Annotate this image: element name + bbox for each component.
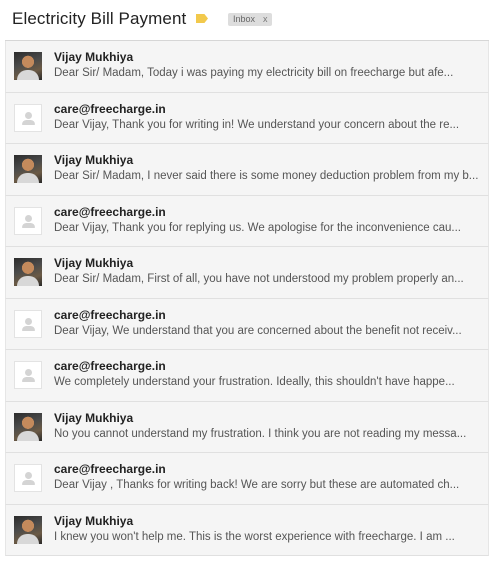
person-head-shape <box>25 111 32 119</box>
message-row[interactable]: Vijay Mukhiya No you cannot understand my… <box>5 401 489 453</box>
sender-name: Vijay Mukhiya <box>54 410 134 425</box>
remove-label-button[interactable]: x <box>263 14 268 24</box>
message-snippet: Dear Vijay , Thanks for writing back! We… <box>54 479 460 491</box>
message-snippet: Dear Vijay, Thank you for writing in! We… <box>54 118 460 131</box>
person-body-shape <box>22 480 35 485</box>
person-body-shape <box>22 325 35 331</box>
message-list: Vijay Mukhiya Dear Sir/ Madam, Today i wa… <box>5 40 489 556</box>
placeholder-person-icon <box>14 103 42 132</box>
message-row[interactable]: care@freecharge.in Dear Vijay, Thank you … <box>5 195 489 247</box>
sender-name: care@freecharge.in <box>54 359 166 373</box>
person-head-shape <box>25 369 32 376</box>
placeholder-person-icon <box>14 464 42 492</box>
message-row[interactable]: Vijay Mukhiya Dear Sir/ Madam, I never sa… <box>5 144 489 196</box>
person-body-shape <box>22 119 35 125</box>
message-snippet: We completely understand your frustratio… <box>54 376 455 388</box>
sender-avatar-photo <box>14 412 42 441</box>
person-head-shape <box>25 214 32 222</box>
message-snippet: No you cannot understand my frustration.… <box>54 427 467 440</box>
sender-name: Vijay Mukhiya <box>54 256 134 270</box>
thread-header: Electricity Bill Payment Inbox x <box>0 0 490 40</box>
person-head-shape <box>25 317 32 325</box>
thread-subject: Electricity Bill Payment <box>12 9 187 28</box>
sender-name: care@freecharge.in <box>54 204 166 219</box>
sender-name: Vijay Mukhiya <box>54 153 134 167</box>
placeholder-person-icon <box>14 206 42 235</box>
sender-name: Vijay Mukhiya <box>54 50 134 64</box>
message-row[interactable]: care@freecharge.in Dear Vijay , Thanks fo… <box>5 453 489 505</box>
message-row[interactable]: care@freecharge.in Dear Vijay, We underst… <box>5 298 489 350</box>
sender-avatar-photo <box>14 258 42 286</box>
sender-avatar-photo <box>14 52 42 80</box>
message-row[interactable]: care@freecharge.in Dear Vijay, Thank you … <box>5 92 489 144</box>
sender-name: Vijay Mukhiya <box>54 513 134 528</box>
message-row[interactable]: care@freecharge.in We completely understa… <box>5 350 489 402</box>
inbox-label: Inbox x <box>228 13 272 26</box>
sender-avatar-photo <box>14 155 42 183</box>
message-snippet: Dear Sir/ Madam, Today i was paying my e… <box>54 67 454 79</box>
inbox-label-text: Inbox <box>233 14 256 24</box>
person-head-shape <box>25 472 32 479</box>
placeholder-person-icon <box>14 309 42 338</box>
sender-name: care@freecharge.in <box>54 101 166 116</box>
message-snippet: Dear Sir/ Madam, I never said there is s… <box>54 170 479 182</box>
sender-name: care@freecharge.in <box>54 462 166 476</box>
message-snippet: I knew you won't help me. This is the wo… <box>54 530 455 543</box>
message-row[interactable]: Vijay Mukhiya I knew you won't help me. T… <box>5 504 489 556</box>
placeholder-person-icon <box>14 361 42 389</box>
message-snippet: Dear Vijay, Thank you for replying us. W… <box>54 221 461 234</box>
message-snippet: Dear Sir/ Madam, First of all, you have … <box>54 273 464 285</box>
person-body-shape <box>22 222 35 228</box>
person-body-shape <box>22 377 35 382</box>
sender-avatar-photo <box>14 515 42 544</box>
importance-marker-icon[interactable] <box>196 14 208 23</box>
message-row[interactable]: Vijay Mukhiya Dear Sir/ Madam, First of a… <box>5 247 489 299</box>
message-row[interactable]: Vijay Mukhiya Dear Sir/ Madam, Today i wa… <box>5 41 489 93</box>
sender-name: care@freecharge.in <box>54 307 166 322</box>
message-snippet: Dear Vijay, We understand that you are c… <box>54 324 462 337</box>
